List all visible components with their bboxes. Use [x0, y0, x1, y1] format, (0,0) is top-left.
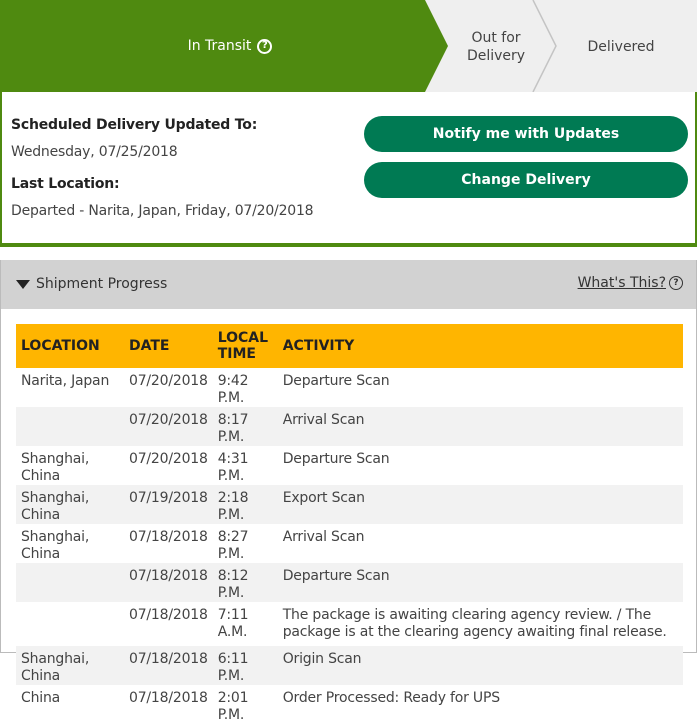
table-row: Shanghai, China 07/18/2018 6:11 P.M. Ori… — [16, 646, 683, 685]
last-location-label: Last Location: — [11, 176, 120, 192]
table-row: Shanghai, China 07/20/2018 4:31 P.M. Dep… — [16, 446, 683, 485]
step-out-label-line2: Delivery — [466, 48, 526, 64]
column-activity: ACTIVITY — [282, 338, 355, 354]
cell-date: 07/20/2018 — [129, 373, 208, 389]
cell-location — [16, 563, 124, 602]
cell-time: 6:11 P.M. — [217, 651, 249, 684]
column-local-time: LOCAL TIME — [213, 324, 278, 368]
cell-location — [16, 602, 124, 646]
notify-updates-button[interactable]: Notify me with Updates — [364, 116, 688, 152]
column-local-time-line1: LOCAL — [217, 330, 269, 346]
delivery-info-panel: Scheduled Delivery Updated To: Wednesday… — [0, 92, 697, 247]
cell-location: Shanghai, China — [21, 651, 90, 684]
cell-location: Shanghai, China — [21, 529, 90, 562]
cell-time: 7:11 A.M. — [217, 607, 249, 640]
question-icon[interactable]: ? — [257, 38, 273, 54]
table-row: Shanghai, China 07/19/2018 2:18 P.M. Exp… — [16, 485, 683, 524]
cell-location: Shanghai, China — [21, 451, 90, 484]
table-row: China 07/18/2018 2:01 P.M. Order Process… — [16, 685, 683, 724]
table-header-row: LOCATION DATE LOCAL TIME ACTIVITY — [16, 324, 683, 368]
last-location-value: Departed - Narita, Japan, Friday, 07/20/… — [11, 203, 314, 219]
column-local-time-line2: TIME — [217, 346, 256, 362]
cell-date: 07/19/2018 — [129, 490, 208, 506]
cell-time: 4:31 P.M. — [217, 451, 249, 484]
cell-activity: Departure Scan — [282, 451, 390, 467]
cell-activity: Order Processed: Ready for UPS — [282, 690, 500, 706]
table-row: Shanghai, China 07/18/2018 8:27 P.M. Arr… — [16, 524, 683, 563]
cell-activity: Departure Scan — [282, 568, 390, 584]
cell-time: 9:42 P.M. — [217, 373, 249, 406]
table-row: Narita, Japan 07/20/2018 9:42 P.M. Depar… — [16, 368, 683, 407]
scheduled-delivery-value: Wednesday, 07/25/2018 — [11, 144, 178, 160]
table-row: 07/20/2018 8:17 P.M. Arrival Scan — [16, 407, 683, 446]
cell-activity: Departure Scan — [282, 373, 390, 389]
question-icon[interactable]: ? — [669, 276, 683, 290]
cell-time: 8:12 P.M. — [217, 568, 249, 601]
cell-time: 2:01 P.M. — [217, 690, 249, 723]
cell-date: 07/20/2018 — [129, 451, 208, 467]
cell-activity: Arrival Scan — [282, 412, 365, 428]
column-location: LOCATION — [21, 338, 100, 354]
cell-date: 07/18/2018 — [129, 690, 208, 706]
cell-date: 07/18/2018 — [129, 651, 208, 667]
whats-this-link[interactable]: What's This? ? — [578, 275, 683, 291]
table-row: 07/18/2018 7:11 A.M. The package is awai… — [16, 602, 683, 646]
whats-this-text[interactable]: What's This? — [578, 275, 666, 291]
cell-time: 8:27 P.M. — [217, 529, 249, 562]
cell-date: 07/18/2018 — [129, 607, 208, 623]
cell-date: 07/18/2018 — [129, 529, 208, 545]
step-out-for-delivery: Out for Delivery — [448, 29, 544, 65]
scheduled-delivery-label: Scheduled Delivery Updated To: — [11, 117, 258, 133]
change-delivery-button[interactable]: Change Delivery — [364, 162, 688, 198]
shipment-progress-toggle[interactable]: Shipment Progress — [16, 276, 167, 292]
cell-location: Shanghai, China — [21, 490, 90, 523]
step-out-label-line1: Out for — [471, 30, 521, 46]
cell-activity: Origin Scan — [282, 651, 362, 667]
triangle-down-icon — [16, 279, 30, 289]
cell-date: 07/18/2018 — [129, 568, 208, 584]
step-in-transit-label: In Transit — [187, 38, 252, 54]
cell-location: Narita, Japan — [21, 373, 110, 389]
cell-location — [16, 407, 124, 446]
shipment-progress-section: Shipment Progress What's This? ? LOCATIO… — [0, 260, 697, 723]
column-date: DATE — [129, 338, 170, 354]
step-delivered: Delivered — [587, 39, 655, 55]
shipment-progress-title: Shipment Progress — [36, 276, 168, 292]
step-in-transit: In Transit ? — [150, 37, 310, 55]
delivery-status-stepper: In Transit ? Out for Delivery Delivered — [0, 0, 697, 92]
shipment-progress-header: Shipment Progress What's This? ? — [1, 260, 696, 309]
cell-activity: Export Scan — [282, 490, 365, 506]
shipment-progress-table: LOCATION DATE LOCAL TIME ACTIVITY Narita… — [16, 324, 683, 724]
cell-time: 2:18 P.M. — [217, 490, 249, 523]
cell-date: 07/20/2018 — [129, 412, 208, 428]
cell-location: China — [21, 690, 60, 706]
cell-activity: Arrival Scan — [282, 529, 365, 545]
cell-time: 8:17 P.M. — [217, 412, 249, 445]
table-row: 07/18/2018 8:12 P.M. Departure Scan — [16, 563, 683, 602]
cell-activity: The package is awaiting clearing agency … — [282, 607, 667, 640]
